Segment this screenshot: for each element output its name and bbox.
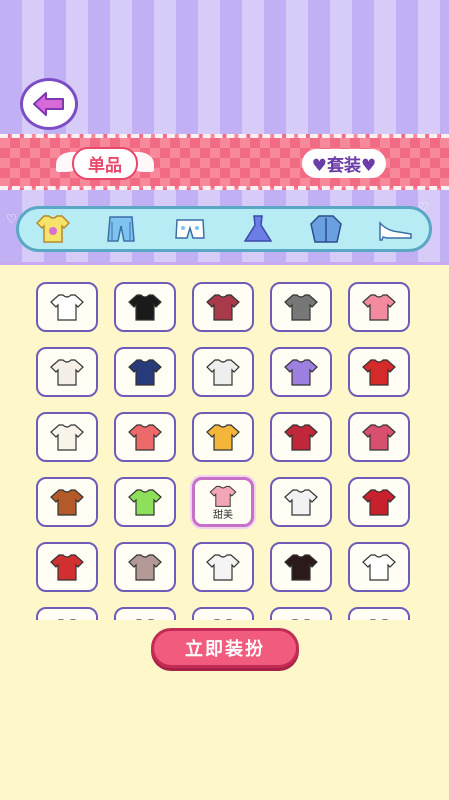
tab-outfit-sets[interactable]: ♥套装♥ — [296, 146, 392, 180]
garment-icon — [128, 424, 162, 451]
category-dresses[interactable] — [236, 212, 280, 246]
garment-icon — [128, 489, 162, 516]
garment-icon — [58, 619, 76, 620]
garment-icon — [128, 554, 162, 581]
back-arrow-icon — [33, 92, 64, 116]
garment-icon — [362, 554, 396, 581]
jacket-icon — [310, 215, 343, 243]
shorts-icon — [175, 219, 205, 239]
garment-icon — [209, 485, 237, 507]
clothing-item-partial-item-3[interactable] — [192, 607, 254, 620]
top-icon — [36, 215, 71, 243]
garment-icon — [128, 294, 162, 321]
clothing-item-gray-striped-tank[interactable] — [270, 282, 332, 332]
dress-icon — [243, 215, 273, 242]
category-shorts[interactable] — [168, 212, 212, 246]
clothing-item-pink-halter-sweet[interactable]: 甜美 — [192, 477, 254, 527]
garment-icon — [50, 554, 84, 581]
garment-icon — [50, 489, 84, 516]
clothing-item-red-puff-crop[interactable] — [348, 477, 410, 527]
clothing-item-white-button-jacket[interactable] — [192, 542, 254, 592]
tab-single-label: 单品 — [72, 146, 138, 180]
clothing-item-black-orange-cami[interactable] — [270, 542, 332, 592]
pants-icon — [107, 216, 136, 242]
clothing-item-brown-bandeau[interactable] — [36, 477, 98, 527]
shoe-icon — [379, 221, 412, 241]
clothing-item-pink-halter-top[interactable] — [348, 282, 410, 332]
category-jackets[interactable] — [304, 212, 348, 246]
garment-icon — [50, 294, 84, 321]
clothing-item-yellow-offshoulder-top[interactable] — [192, 412, 254, 462]
clothing-item-white-lace-top[interactable] — [36, 412, 98, 462]
clothing-item-tie-dye-tee[interactable] — [348, 412, 410, 462]
item-label: 甜美 — [213, 509, 233, 521]
garment-icon — [206, 294, 240, 321]
heart-icon: ♥ — [311, 155, 327, 176]
garment-icon — [362, 489, 396, 516]
category-bar — [16, 206, 432, 252]
garment-icon — [284, 294, 318, 321]
tab-set-label: 套装 — [327, 155, 361, 176]
heart-icon: ♡ — [6, 212, 17, 226]
garment-icon — [206, 424, 240, 451]
garment-icon — [284, 424, 318, 451]
clothing-item-white-print-tank[interactable] — [36, 347, 98, 397]
clothing-item-white-crop-top[interactable] — [36, 282, 98, 332]
heart-icon: ♥ — [361, 155, 377, 176]
dress-up-now-button[interactable]: 立即装扮 — [151, 628, 299, 668]
clothing-item-red-cardigan[interactable] — [36, 542, 98, 592]
clothing-item-white-tube-top[interactable] — [270, 477, 332, 527]
garment-icon — [284, 489, 318, 516]
section-divider — [0, 262, 449, 265]
clothing-item-partial-item-4[interactable] — [270, 607, 332, 620]
garment-icon — [284, 554, 318, 581]
clothing-item-partial-item-5[interactable] — [348, 607, 410, 620]
clothing-item-navy-orange-polo[interactable] — [114, 347, 176, 397]
garment-icon — [214, 619, 232, 620]
category-tops[interactable] — [31, 212, 75, 246]
tab-set-pill: ♥套装♥ — [301, 148, 387, 178]
clothing-item-red-striped-sweater[interactable] — [270, 412, 332, 462]
garment-icon — [50, 359, 84, 386]
garment-icon — [362, 359, 396, 386]
garment-icon — [370, 619, 388, 620]
clothing-item-white-striped-shirt[interactable] — [192, 347, 254, 397]
item-grid: 甜美 — [36, 280, 416, 620]
garment-icon — [362, 424, 396, 451]
garment-icon — [362, 294, 396, 321]
clothing-item-striped-cami[interactable] — [192, 282, 254, 332]
clothing-item-black-tank-top[interactable] — [114, 282, 176, 332]
clothing-item-gray-print-tee[interactable] — [114, 542, 176, 592]
garment-icon — [50, 424, 84, 451]
clothing-item-purple-ruffle-top[interactable] — [270, 347, 332, 397]
category-shoes[interactable] — [373, 212, 417, 246]
clothing-item-partial-item-2[interactable] — [114, 607, 176, 620]
clothing-item-white-yellow-wrap[interactable] — [348, 542, 410, 592]
clothing-item-partial-item-1[interactable] — [36, 607, 98, 620]
category-pants[interactable] — [99, 212, 143, 246]
garment-icon — [284, 359, 318, 386]
clothing-item-coral-tee[interactable] — [114, 412, 176, 462]
clothing-item-green-heart-crop[interactable] — [114, 477, 176, 527]
garment-icon — [136, 619, 154, 620]
garment-icon — [128, 359, 162, 386]
garment-icon — [206, 359, 240, 386]
clothing-item-red-ruffle-cami[interactable] — [348, 347, 410, 397]
garment-icon — [206, 554, 240, 581]
garment-icon — [292, 619, 310, 620]
back-button[interactable] — [20, 78, 78, 130]
tab-single-items[interactable]: 单品 — [56, 146, 154, 180]
